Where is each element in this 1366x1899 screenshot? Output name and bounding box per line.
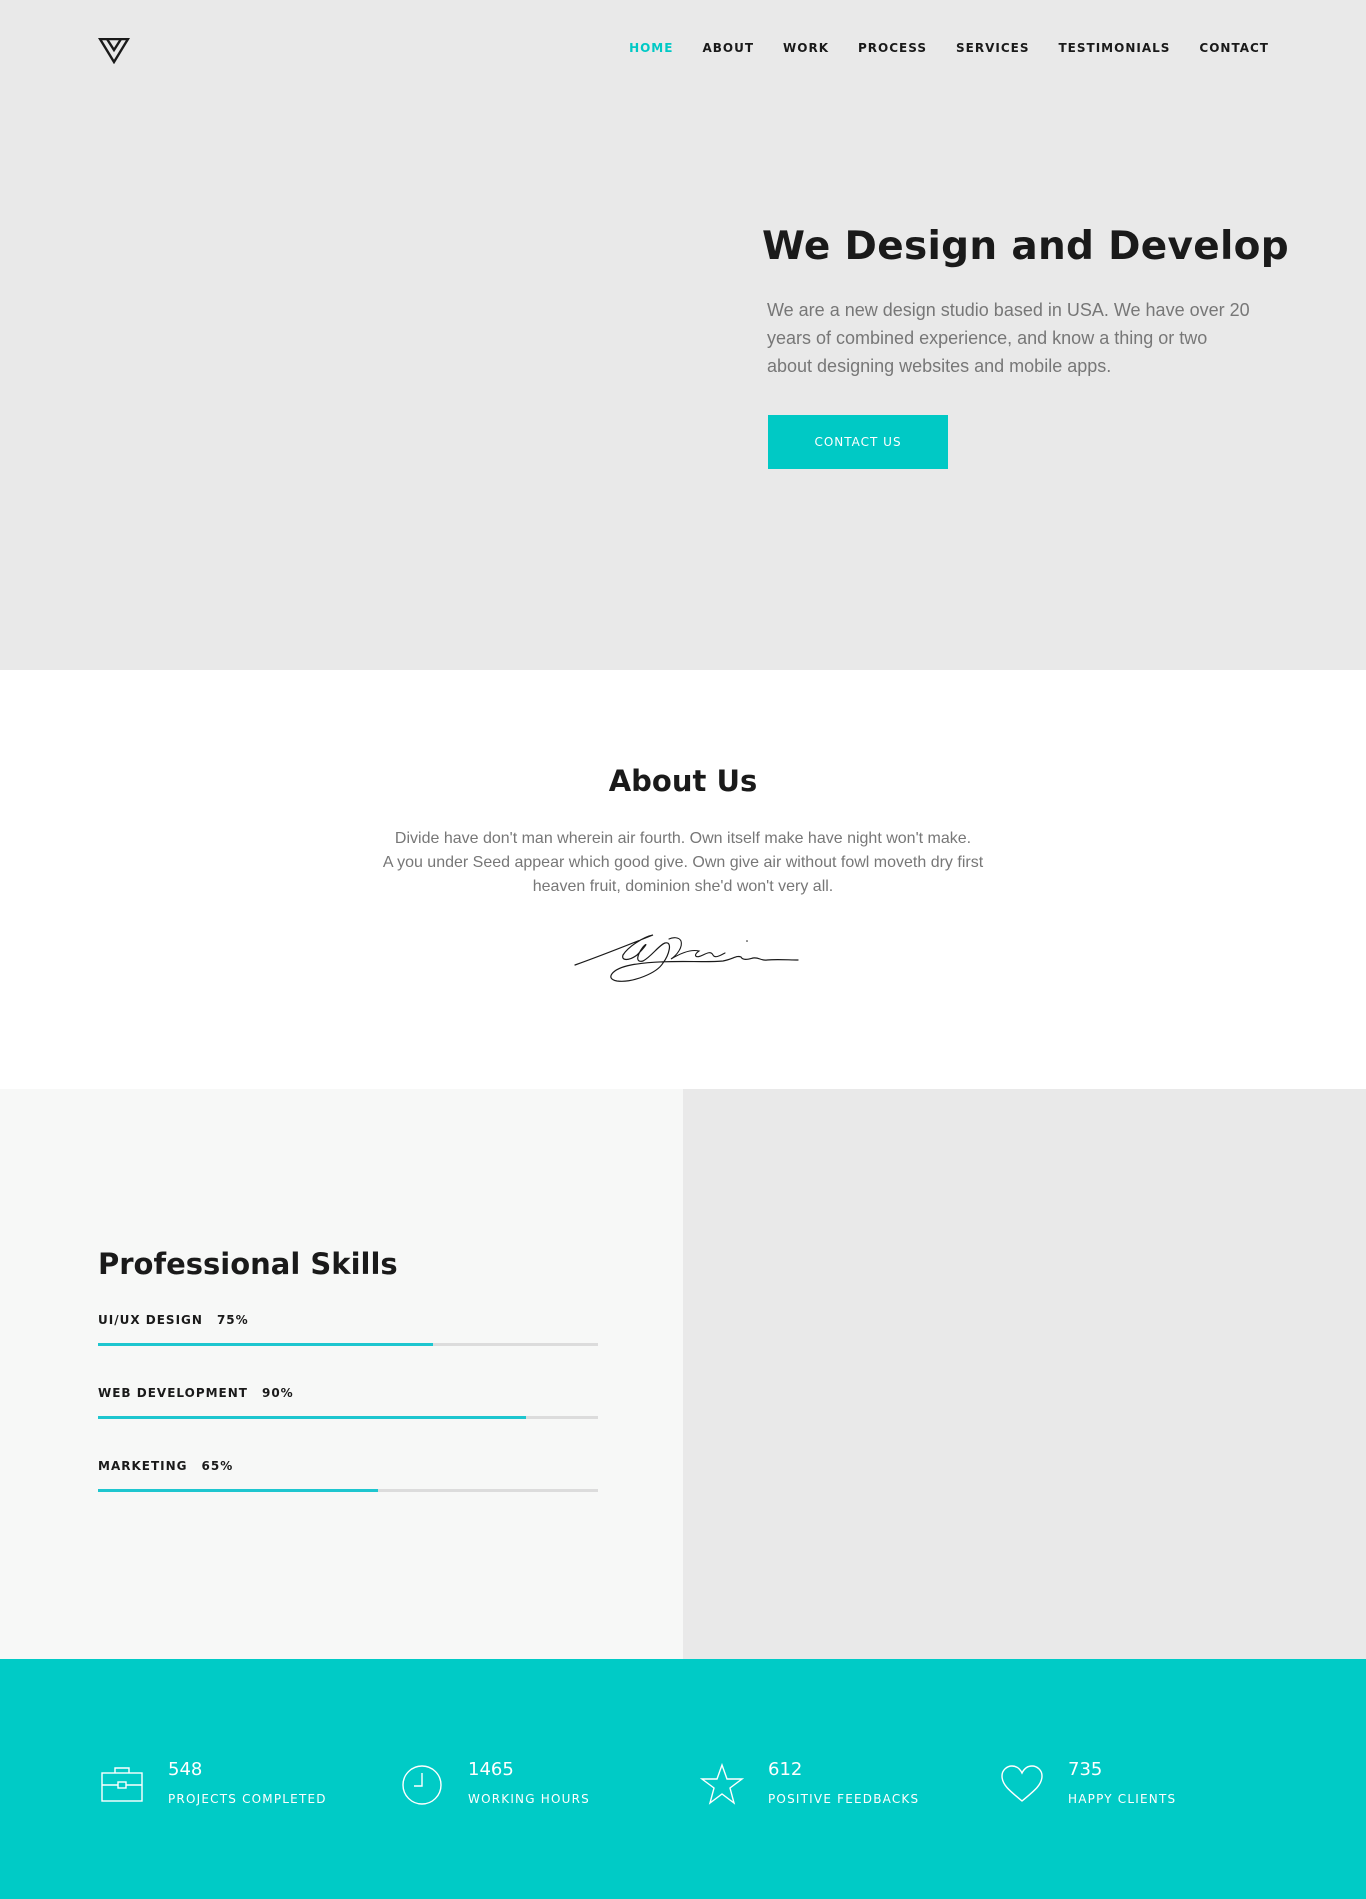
about-description: Divide have don't man wherein air fourth… xyxy=(330,827,1036,899)
nav-item-process[interactable]: PROCESS xyxy=(858,41,927,55)
stat-item: 1465 WORKING HOURS xyxy=(400,1759,590,1807)
nav-item-about[interactable]: ABOUT xyxy=(702,41,754,55)
contact-us-button[interactable]: CONTACT US xyxy=(768,415,948,469)
skill-label: MARKETING xyxy=(98,1459,188,1473)
briefcase-icon xyxy=(101,1767,143,1802)
stat-item: 735 HAPPY CLIENTS xyxy=(1000,1759,1176,1807)
stats-section: 548 PROJECTS COMPLETED 1465 WORKING HOUR… xyxy=(0,1659,1366,1899)
skill-percent: 65% xyxy=(201,1459,234,1473)
clock-icon xyxy=(402,1765,442,1805)
about-section: About Us Divide have don't man wherein a… xyxy=(0,670,1366,1089)
about-title: About Us xyxy=(608,764,758,798)
about-text-line: heaven fruit, dominion she'd won't very … xyxy=(532,878,834,895)
signature-image xyxy=(574,934,799,982)
about-text-line: Divide have don't man wherein air fourth… xyxy=(394,830,972,847)
skill-label: WEB DEVELOPMENT xyxy=(98,1386,248,1400)
skill-progress-bar xyxy=(98,1489,598,1492)
skill-progress-bar xyxy=(98,1416,598,1419)
skill-label: UI/UX DESIGN xyxy=(98,1313,203,1327)
skill-progress-bar xyxy=(98,1343,598,1346)
nav-item-work[interactable]: WORK xyxy=(783,41,829,55)
hero-description: We are a new design studio based in USA.… xyxy=(767,300,1250,376)
skill-percent: 90% xyxy=(261,1386,294,1400)
stat-label: HAPPY CLIENTS xyxy=(1068,1792,1177,1806)
skill-item: UI/UX DESIGN 75% xyxy=(98,1313,598,1346)
about-text-line: A you under Seed appear which good give.… xyxy=(382,854,984,871)
nav-item-services[interactable]: SERVICES xyxy=(956,41,1029,55)
heart-icon xyxy=(1001,1765,1043,1802)
hero-section: HOME ABOUT WORK PROCESS SERVICES TESTIMO… xyxy=(0,0,1366,670)
skill-progress-fill xyxy=(98,1416,526,1419)
stat-label: POSITIVE FEEDBACKS xyxy=(768,1792,920,1806)
stat-value: 612 xyxy=(768,1759,803,1780)
stat-value: 1465 xyxy=(468,1759,514,1780)
skill-item: MARKETING 65% xyxy=(98,1459,598,1492)
hero-title: We Design and Develop xyxy=(762,224,1289,269)
stat-label: WORKING HOURS xyxy=(468,1792,590,1806)
main-nav: HOME ABOUT WORK PROCESS SERVICES TESTIMO… xyxy=(629,41,1269,55)
skill-item: WEB DEVELOPMENT 90% xyxy=(98,1386,598,1419)
nav-item-home[interactable]: HOME xyxy=(629,41,673,55)
nav-item-contact[interactable]: CONTACT xyxy=(1199,41,1269,55)
stat-item: 548 PROJECTS COMPLETED xyxy=(100,1759,327,1807)
skills-section: Professional Skills UI/UX DESIGN 75% WEB … xyxy=(0,1089,1366,1659)
skill-percent: 75% xyxy=(216,1313,249,1327)
stat-value: 735 xyxy=(1068,1759,1103,1780)
star-icon xyxy=(700,1763,744,1805)
skill-progress-fill xyxy=(98,1343,433,1346)
skills-image-placeholder xyxy=(683,1089,1366,1659)
stat-label: PROJECTS COMPLETED xyxy=(168,1792,327,1806)
skills-panel: Professional Skills UI/UX DESIGN 75% WEB … xyxy=(0,1089,683,1659)
skill-progress-fill xyxy=(98,1489,378,1492)
skills-title: Professional Skills xyxy=(98,1247,398,1281)
stat-item: 612 POSITIVE FEEDBACKS xyxy=(700,1759,919,1807)
logo-icon[interactable] xyxy=(98,38,130,64)
stat-value: 548 xyxy=(168,1759,203,1780)
nav-item-testimonials[interactable]: TESTIMONIALS xyxy=(1059,41,1171,55)
